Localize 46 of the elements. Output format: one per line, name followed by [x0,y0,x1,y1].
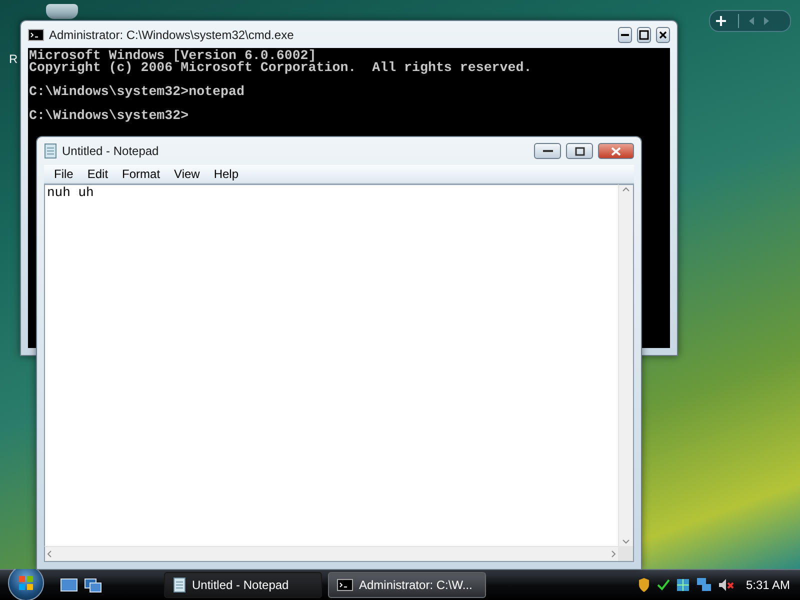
window-title: Administrator: C:\Windows\system32\cmd.exe [49,28,295,42]
notepad-icon [173,577,186,593]
minimize-icon [621,34,629,36]
vertical-scrollbar[interactable] [618,184,634,546]
desktop-icon-label: R [9,52,18,66]
scroll-right-icon [610,550,618,558]
window-title: Untitled - Notepad [62,144,160,158]
text-editor-field[interactable]: nuh uh [44,184,618,546]
maximize-button[interactable] [637,26,651,42]
minimize-button[interactable] [534,143,561,159]
clock[interactable]: 5:31 AM [746,578,790,592]
maximize-button[interactable] [566,143,593,159]
taskbar-button[interactable]: Untitled - Notepad [164,572,322,598]
menu-item[interactable]: File [48,167,82,181]
scroll-down-icon [622,538,630,546]
scrollbar-corner [618,546,634,562]
windows-logo-icon [18,575,34,591]
menu-item[interactable]: View [168,167,208,181]
maximize-icon [639,30,649,40]
notepad-icon [44,143,57,159]
taskbar-button[interactable]: Administrator: C:\W... [328,572,486,598]
console-line: C:\Windows\system32> [29,110,190,122]
checkmark-icon[interactable] [656,577,670,593]
network-icon[interactable] [696,577,712,593]
minimize-icon [542,150,552,152]
maximize-icon [574,146,584,156]
console-line: C:\Windows\system32>notepad [29,86,246,98]
scroll-left-icon [45,550,53,558]
close-icon [611,146,621,156]
scroll-up-icon [622,185,630,193]
shield-icon[interactable] [638,577,650,593]
menu-item[interactable]: Help [208,167,247,181]
console-line: Copyright (c) 2006 Microsoft Corporation. All rights reserved. [29,62,533,74]
muted-speaker-icon[interactable] [718,577,734,593]
close-button[interactable] [656,26,670,42]
switch-windows-icon[interactable] [84,577,102,593]
console-icon [337,579,353,591]
grid-icon[interactable] [676,577,690,593]
menu-item[interactable]: Format [116,167,168,181]
show-desktop-icon[interactable] [60,577,78,593]
console-icon [28,28,44,40]
horizontal-scrollbar[interactable] [44,546,618,562]
close-icon [659,30,667,38]
menu-item[interactable]: Edit [81,167,116,181]
minimize-button[interactable] [618,26,632,42]
console-line: Microsoft Windows [Version 6.0.6002] [29,50,316,62]
